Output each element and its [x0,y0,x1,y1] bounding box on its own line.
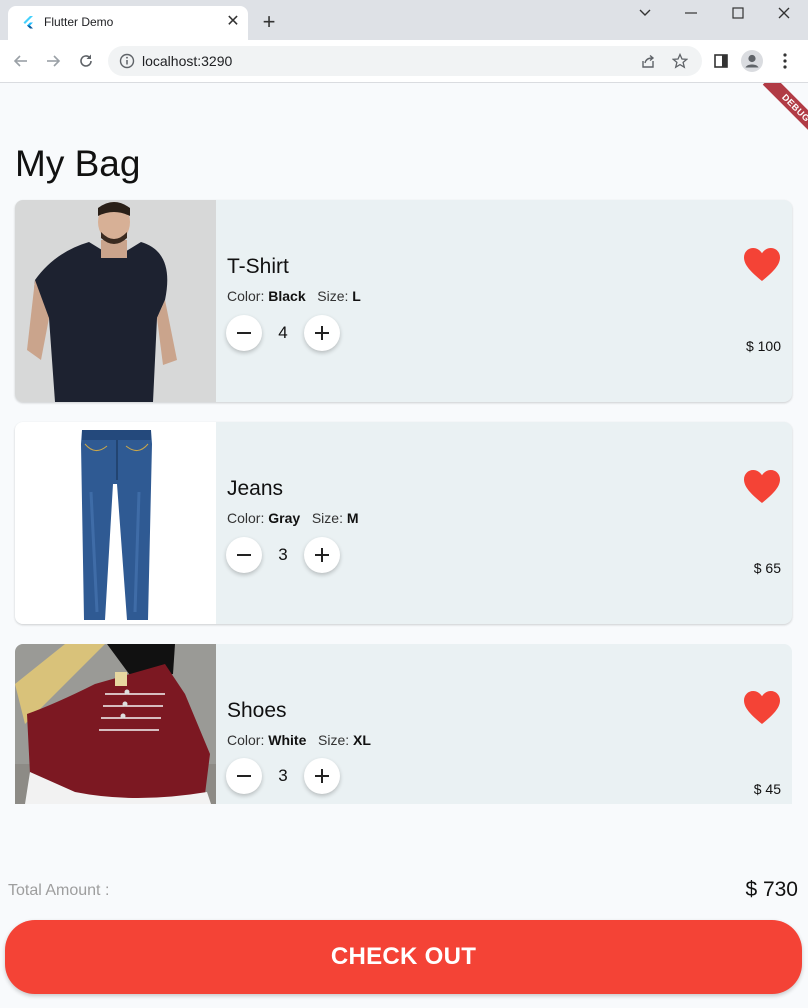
quantity-value: 4 [278,323,288,342]
cart-item-card: T-Shirt Color: Black Size: L 4 $ 100 [15,200,792,402]
cart-item-card: Jeans Color: Gray Size: M 3 $ 65 [15,422,792,624]
decrease-quantity-button[interactable] [226,758,262,794]
minus-icon [237,554,251,556]
close-tab-icon[interactable]: ✕ [224,13,242,31]
item-color: Gray [268,510,301,526]
maximize-icon[interactable] [715,0,761,26]
increase-quantity-button[interactable] [304,315,340,351]
plus-icon [315,548,329,562]
site-info-icon[interactable] [118,52,136,70]
cart-item-card: Shoes Color: White Size: XL 3 $ 45 [15,644,792,804]
plus-icon [315,326,329,340]
back-icon[interactable] [10,50,32,72]
url-text: localhost:3290 [142,53,233,69]
favorite-heart-icon[interactable] [743,247,781,283]
browser-tabstrip: Flutter Demo ✕ + [0,0,808,40]
item-price: $ 45 [753,781,781,797]
profile-avatar-icon[interactable] [741,50,763,72]
decrease-quantity-button[interactable] [226,537,262,573]
increase-quantity-button[interactable] [304,758,340,794]
address-bar[interactable]: localhost:3290 [108,46,702,76]
item-price: $ 65 [753,560,781,576]
side-panel-icon[interactable] [710,50,732,72]
item-price: $ 100 [745,338,781,354]
item-name: Shoes [227,699,287,722]
reload-icon[interactable] [75,50,97,72]
menu-kebab-icon[interactable] [774,50,796,72]
favorite-heart-icon[interactable] [743,690,781,726]
item-attributes: Color: White Size: XL [227,732,371,748]
tab-search-icon[interactable] [622,0,668,26]
tab-title: Flutter Demo [44,15,114,29]
item-size: XL [353,732,371,748]
shoes-image [15,644,216,804]
item-attributes: Color: Gray Size: M [227,510,359,526]
favorite-heart-icon[interactable] [743,469,781,505]
close-window-icon[interactable] [761,0,807,26]
item-size: M [346,510,359,526]
item-attributes: Color: Black Size: L [227,288,361,304]
t-shirt-image [15,200,216,402]
plus-icon [315,769,329,783]
total-amount-value: $ 730 [745,878,798,901]
checkout-button[interactable]: CHECK OUT [5,920,802,994]
minimize-icon[interactable] [668,0,714,26]
quantity-value: 3 [278,766,288,785]
new-tab-icon[interactable]: + [259,11,279,33]
bookmark-star-icon[interactable] [671,52,689,70]
item-color: White [268,732,307,748]
minus-icon [237,332,251,334]
flutter-icon [23,16,33,29]
minus-icon [237,775,251,777]
total-amount-label: Total Amount : [8,882,110,899]
item-name: Jeans [227,477,284,500]
increase-quantity-button[interactable] [304,537,340,573]
share-icon[interactable] [639,52,657,70]
decrease-quantity-button[interactable] [226,315,262,351]
item-name: T-Shirt [227,255,289,278]
debug-banner: DEBUG [750,83,808,141]
browser-toolbar: localhost:3290 [0,40,808,83]
quantity-value: 3 [278,545,288,564]
page-title: My Bag [15,143,141,184]
forward-icon[interactable] [42,50,64,72]
item-size: L [352,288,361,304]
browser-tab[interactable]: Flutter Demo ✕ [8,6,248,40]
jeans-image [15,422,216,624]
item-color: Black [268,288,306,304]
